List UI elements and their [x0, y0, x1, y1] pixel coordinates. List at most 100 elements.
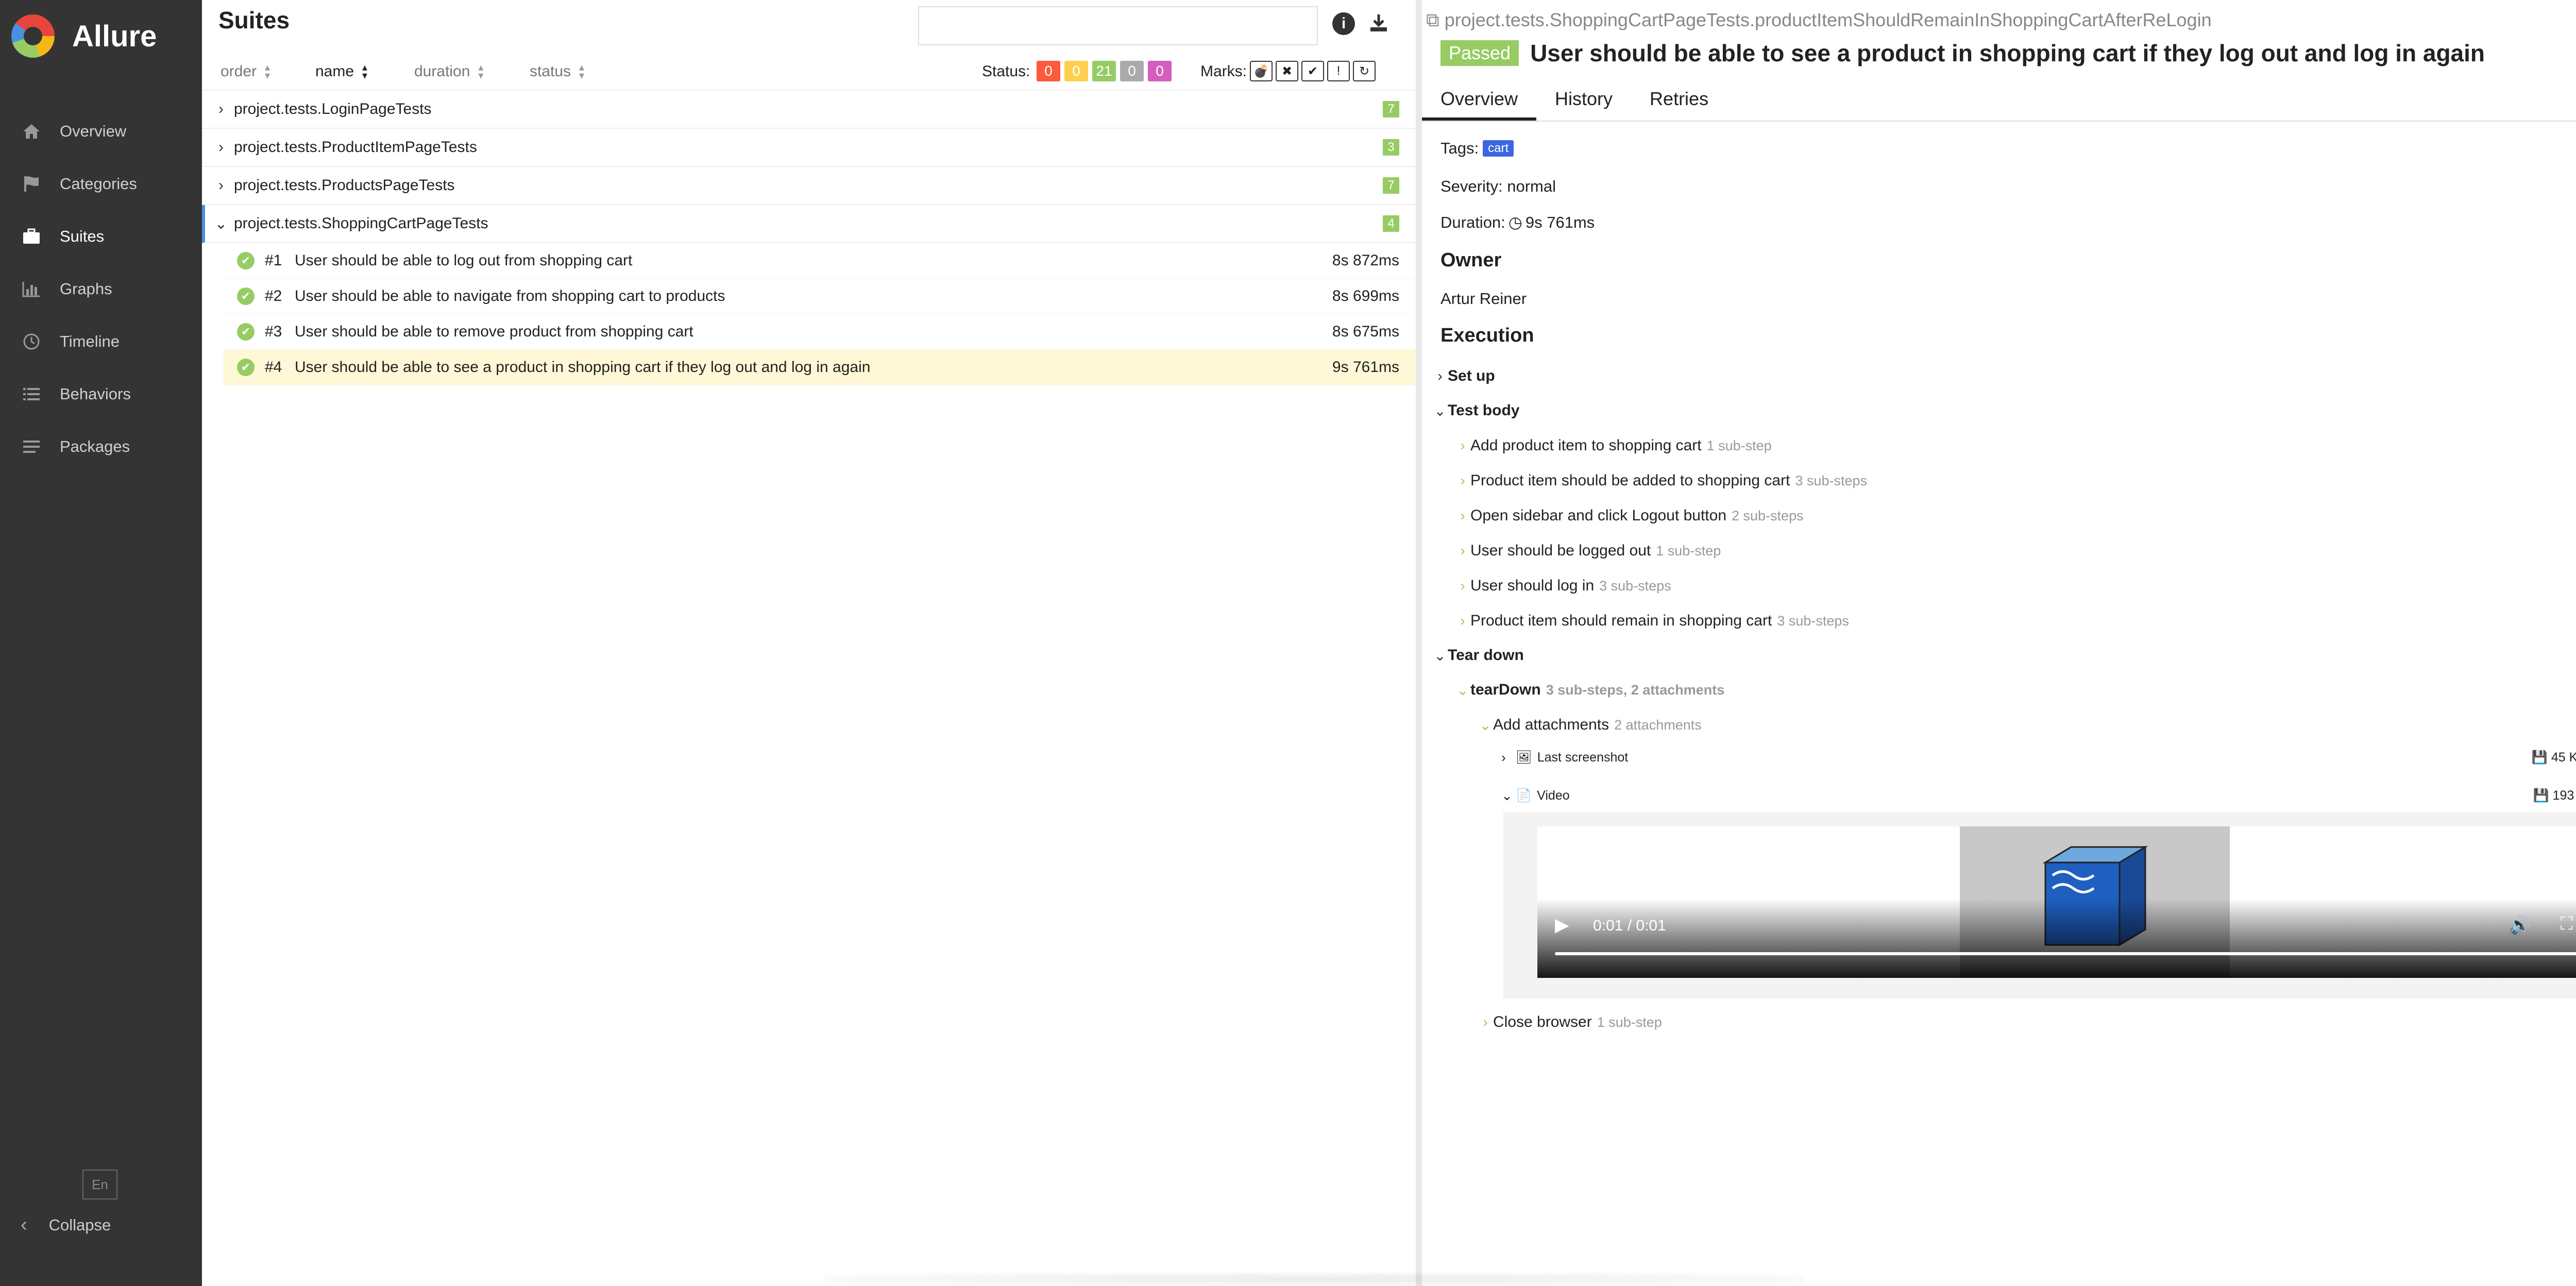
- test-row[interactable]: ✔ #3 User should be able to remove produ…: [224, 314, 1416, 350]
- pane-splitter[interactable]: [1416, 0, 1422, 1286]
- new-broken-icon[interactable]: !: [1327, 61, 1350, 81]
- save-icon: 💾: [2531, 750, 2551, 765]
- duration-row: Duration: ◷ 9s 761ms: [1440, 213, 1595, 232]
- search-input[interactable]: [918, 6, 1318, 45]
- sidebar: Allure Overview Categories Suites Graphs…: [0, 0, 202, 1286]
- test-name: User should be able to log out from shop…: [295, 252, 633, 269]
- fullscreen-icon[interactable]: ⛶: [2561, 914, 2573, 934]
- sidebar-item-graphs[interactable]: Graphs: [0, 263, 202, 315]
- step-row[interactable]: › Product item should be added to shoppi…: [1455, 467, 2576, 495]
- tab-overview[interactable]: Overview: [1422, 80, 1537, 121]
- chevron-right-icon: ›: [1483, 1014, 1488, 1030]
- step-substeps: 3 sub-steps: [1777, 613, 1849, 629]
- tree-group[interactable]: › project.tests.LoginPageTests 7: [202, 91, 1416, 129]
- marks-filter: 💣 ✖ ✔ ! ↻: [1250, 61, 1376, 81]
- sidebar-item-behaviors[interactable]: Behaviors: [0, 368, 202, 420]
- sidebar-item-label: Packages: [60, 437, 130, 455]
- duration-value: 9s 761ms: [1525, 213, 1595, 231]
- retries-icon[interactable]: ↻: [1353, 61, 1376, 81]
- status-filter-label: Status:: [982, 63, 1030, 80]
- chevron-right-icon: ›: [1437, 368, 1443, 384]
- scroll-shadow: [824, 1273, 1803, 1286]
- video-container: ▶ 0:01 / 0:01 🔊 ⛶ ⋮: [1503, 812, 2576, 999]
- skipped-count-toggle[interactable]: 0: [1120, 61, 1144, 81]
- test-name: User should be able to see a product in …: [295, 359, 871, 376]
- step-row[interactable]: › Close browser 1 sub-step 54ms: [1478, 1008, 2576, 1036]
- briefcase-icon: [19, 228, 44, 245]
- sort-icon: ▴ ▾: [362, 62, 368, 81]
- sidebar-item-categories[interactable]: Categories: [0, 158, 202, 210]
- video-progress-bar[interactable]: [1555, 952, 2576, 955]
- download-icon[interactable]: [1366, 10, 1391, 35]
- sidebar-item-label: Categories: [60, 175, 137, 193]
- brand[interactable]: Allure: [11, 14, 157, 58]
- setup-section[interactable]: › Set up: [1432, 362, 2576, 390]
- duration-label: Duration:: [1440, 213, 1505, 231]
- sidebar-item-overview[interactable]: Overview: [0, 105, 202, 158]
- step-row[interactable]: ⌄ tearDown 3 sub-steps, 2 attachments 16…: [1455, 676, 2576, 704]
- attachment-name: Last screenshot: [1537, 750, 1629, 765]
- step-name: User should be logged out: [1470, 542, 1651, 559]
- new-failed-icon[interactable]: ✖: [1276, 61, 1298, 81]
- owner-heading: Owner: [1440, 249, 1502, 271]
- attachment-size-value: 193 B: [2552, 788, 2576, 803]
- sort-name[interactable]: name ▴ ▾: [315, 62, 368, 81]
- breadcrumb[interactable]: ⧉ project.tests.ShoppingCartPageTests.pr…: [1426, 9, 2212, 31]
- chevron-down-icon: ⌄: [1434, 647, 1446, 664]
- sort-order[interactable]: order ▴ ▾: [221, 62, 270, 81]
- teardown-section[interactable]: ⌄ Tear down: [1432, 641, 2576, 669]
- video-player[interactable]: ▶ 0:01 / 0:01 🔊 ⛶ ⋮: [1537, 826, 2576, 978]
- sidebar-item-suites[interactable]: Suites: [0, 210, 202, 263]
- tree-group[interactable]: › project.tests.ProductItemPageTests 3: [202, 129, 1416, 167]
- sidebar-item-label: Behaviors: [60, 385, 131, 403]
- owner-name: Artur Reiner: [1440, 290, 1527, 308]
- tab-history[interactable]: History: [1536, 80, 1631, 121]
- step-substeps: 1 sub-step: [1706, 437, 1772, 453]
- test-header: Passed User should be able to see a prod…: [1440, 39, 2485, 67]
- info-icon[interactable]: i: [1332, 12, 1355, 35]
- step-row[interactable]: › User should be logged out 1 sub-step 1…: [1455, 537, 2576, 565]
- sort-duration[interactable]: duration ▴ ▾: [414, 62, 483, 81]
- step-name: User should log in: [1470, 577, 1595, 594]
- failed-count-toggle[interactable]: 0: [1037, 61, 1060, 81]
- passed-count-badge: 7: [1383, 101, 1399, 117]
- tab-retries[interactable]: Retries: [1631, 80, 1727, 121]
- attachment-size: 💾 45 KB: [2532, 750, 2576, 765]
- step-row[interactable]: › User should log in 3 sub-steps 321ms: [1455, 572, 2576, 600]
- test-row[interactable]: ✔ #1 User should be able to log out from…: [224, 243, 1416, 279]
- tree-group-expanded[interactable]: ⌄ project.tests.ShoppingCartPageTests 4: [202, 205, 1416, 243]
- flaky-icon[interactable]: 💣: [1250, 61, 1273, 81]
- test-name: User should be able to navigate from sho…: [295, 287, 725, 304]
- attachment-row[interactable]: › 🖼 Last screenshot 💾 45 KB ⤢: [1501, 745, 2576, 770]
- new-passed-icon[interactable]: ✔: [1301, 61, 1324, 81]
- setup-label: Set up: [1448, 367, 1495, 384]
- play-icon[interactable]: ▶: [1555, 914, 1569, 936]
- step-substeps: 3 sub-steps, 2 attachments: [1546, 682, 1725, 698]
- test-body-section[interactable]: ⌄ Test body: [1432, 397, 2576, 425]
- suites-pane: Suites i order ▴ ▾ name ▴ ▾ duration ▴ ▾ st…: [202, 0, 1416, 1286]
- step-row[interactable]: › Product item should remain in shopping…: [1455, 607, 2576, 635]
- tree-group[interactable]: › project.tests.ProductsPageTests 7: [202, 167, 1416, 205]
- attachment-name: Video: [1537, 788, 1570, 803]
- suites-tree: › project.tests.LoginPageTests 7 › proje…: [202, 91, 1416, 385]
- step-row[interactable]: › Add product item to shopping cart 1 su…: [1455, 432, 2576, 460]
- clock-icon: ◷: [1508, 213, 1522, 231]
- volume-icon[interactable]: 🔊: [2509, 915, 2531, 936]
- step-row[interactable]: ⌄ Add attachments 2 attachments 115ms: [1478, 711, 2576, 739]
- attachment-row[interactable]: ⌄ 📄 Video 💾 193 B ⤢: [1501, 783, 2576, 808]
- chevron-down-icon: ⌄: [214, 215, 228, 232]
- step-name: tearDown: [1470, 681, 1541, 698]
- broken-count-toggle[interactable]: 0: [1064, 61, 1088, 81]
- test-row-selected[interactable]: ✔ #4 User should be able to see a produc…: [224, 350, 1416, 385]
- sort-status[interactable]: status ▴ ▾: [530, 62, 584, 81]
- test-row[interactable]: ✔ #2 User should be able to navigate fro…: [224, 279, 1416, 314]
- language-button[interactable]: En: [82, 1170, 117, 1199]
- step-row[interactable]: › Open sidebar and click Logout button 2…: [1455, 502, 2576, 530]
- list-icon: [19, 386, 44, 402]
- sidebar-item-timeline[interactable]: Timeline: [0, 315, 202, 368]
- unknown-count-toggle[interactable]: 0: [1148, 61, 1172, 81]
- status-badge: Passed: [1440, 40, 1519, 66]
- collapse-button[interactable]: ‹ Collapse: [21, 1214, 111, 1236]
- passed-count-toggle[interactable]: 21: [1092, 61, 1116, 81]
- sidebar-item-packages[interactable]: Packages: [0, 420, 202, 473]
